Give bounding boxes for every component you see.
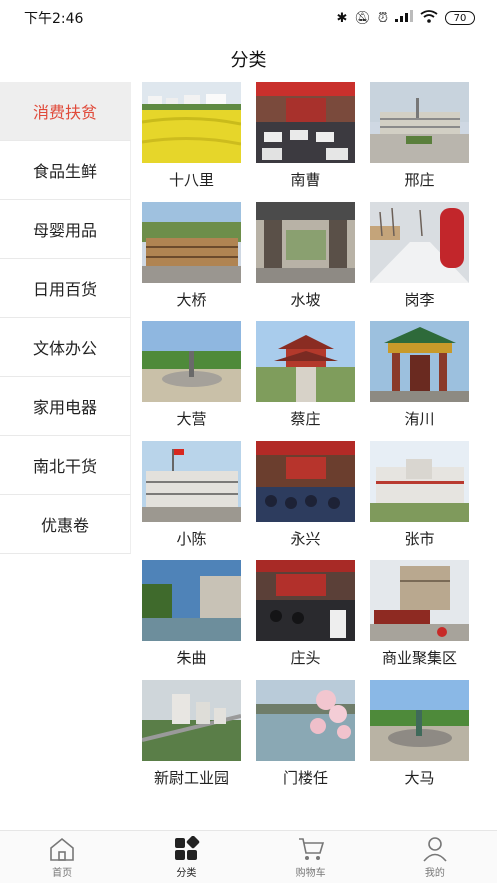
grid-item-image	[370, 679, 469, 761]
category-grid: 十八里 南曹 邢庄 大桥 水坡 岗李 大营 蔡庄 洧川 小陈 永兴 张市 朱曲 …	[142, 82, 477, 799]
category-icon	[175, 835, 200, 860]
grid-item-image	[370, 440, 469, 522]
user-icon	[423, 836, 447, 862]
grid-item-label: 新尉工业园	[153, 768, 229, 787]
grid-item[interactable]: 蔡庄	[256, 321, 355, 441]
grid-item-image	[256, 679, 355, 761]
page-title: 分类	[230, 50, 267, 71]
grid-item-label: 张市	[404, 529, 435, 548]
grid-item[interactable]: 岗李	[370, 201, 469, 322]
wifi-icon	[420, 9, 438, 27]
grid-item-image	[256, 82, 355, 163]
grid-item-image	[256, 321, 355, 402]
home-icon	[50, 837, 74, 861]
grid-item-label: 水坡	[290, 290, 321, 309]
grid-item[interactable]: 商业聚集区	[370, 560, 469, 680]
category-sidebar: 消费扶贫 食品生鲜 母婴用品 日用百货 文体办公 家用电器 南北干货 优惠卷	[0, 82, 131, 554]
grid-item-label: 十八里	[168, 171, 214, 189]
grid-item-image	[142, 679, 241, 761]
grid-item-image	[370, 201, 469, 283]
nav-home-label: 首页	[52, 867, 73, 879]
nav-home[interactable]: 首页	[0, 831, 124, 883]
grid-item[interactable]: 十八里	[142, 82, 241, 202]
grid-item-image	[370, 321, 469, 402]
sidebar-item-consumer-poverty[interactable]: 消费扶贫	[0, 82, 131, 141]
grid-item-label: 大营	[176, 410, 207, 428]
grid-item[interactable]: 南曹	[256, 82, 355, 202]
grid-item-image	[370, 560, 469, 641]
bluetooth-icon: ✱	[336, 10, 348, 26]
nav-mine-label: 我的	[424, 867, 445, 879]
grid-item[interactable]: 邢庄	[370, 82, 469, 202]
grid-item[interactable]: 洧川	[370, 321, 469, 441]
grid-item-image	[256, 201, 355, 283]
grid-item-image	[142, 321, 241, 402]
grid-item-image	[142, 82, 241, 163]
nav-mine[interactable]: 我的	[373, 831, 497, 883]
grid-item-label: 洧川	[404, 410, 435, 428]
signal-icon	[395, 10, 413, 26]
grid-item[interactable]: 门楼任	[256, 679, 355, 800]
grid-item-image	[256, 560, 355, 641]
nav-cart[interactable]: 购物车	[249, 831, 373, 883]
grid-item-image	[142, 560, 241, 641]
status-icons: ✱ 🔕︎ ⏰︎ 70	[336, 9, 475, 27]
grid-item-label: 朱曲	[176, 649, 207, 667]
sidebar-item-coupons[interactable]: 优惠卷	[0, 495, 131, 554]
cart-icon	[298, 837, 324, 860]
nav-cart-label: 购物车	[295, 867, 326, 879]
grid-item[interactable]: 大桥	[142, 201, 241, 322]
grid-item[interactable]: 张市	[370, 440, 469, 561]
battery-indicator: 70	[445, 11, 475, 25]
grid-item-label: 小陈	[176, 529, 207, 548]
grid-item[interactable]: 大马	[370, 679, 469, 800]
bottom-nav: 首页 分类 购物车 我的	[0, 830, 497, 883]
grid-item-label: 南曹	[290, 171, 321, 189]
nav-category-label: 分类	[176, 867, 197, 879]
grid-item-label: 门楼任	[282, 768, 328, 787]
grid-item-label: 大马	[404, 768, 435, 787]
grid-item-label: 庄头	[290, 649, 321, 667]
sidebar-item-baby[interactable]: 母婴用品	[0, 200, 131, 259]
grid-item-label: 蔡庄	[290, 410, 321, 428]
grid-item-image	[370, 82, 469, 163]
grid-item-label: 永兴	[290, 529, 321, 548]
grid-item[interactable]: 大营	[142, 321, 241, 441]
alarm-icon: ⏰︎	[377, 10, 388, 26]
grid-item[interactable]: 庄头	[256, 560, 355, 680]
grid-item[interactable]: 永兴	[256, 440, 355, 561]
grid-item[interactable]: 朱曲	[142, 560, 241, 680]
nav-category[interactable]: 分类	[124, 831, 248, 883]
sidebar-item-appliances[interactable]: 家用电器	[0, 377, 131, 436]
grid-item-label: 大桥	[176, 290, 207, 309]
grid-item-image	[142, 201, 241, 283]
status-bar: 下午2:46 ✱ 🔕︎ ⏰︎ 70	[0, 0, 497, 36]
grid-item-label: 商业聚集区	[381, 649, 457, 667]
grid-item[interactable]: 小陈	[142, 440, 241, 561]
status-time: 下午2:46	[24, 11, 84, 27]
mute-icon: 🔕︎	[354, 10, 371, 26]
grid-item-label: 岗李	[404, 290, 435, 309]
grid-item[interactable]: 水坡	[256, 201, 355, 322]
grid-item-label: 邢庄	[404, 171, 435, 189]
sidebar-item-fresh-food[interactable]: 食品生鲜	[0, 141, 131, 200]
grid-item-image	[256, 440, 355, 522]
grid-item[interactable]: 新尉工业园	[142, 679, 241, 800]
sidebar-item-office[interactable]: 文体办公	[0, 318, 131, 377]
grid-item-image	[142, 440, 241, 522]
sidebar-item-daily-goods[interactable]: 日用百货	[0, 259, 131, 318]
sidebar-item-dry-goods[interactable]: 南北干货	[0, 436, 131, 495]
